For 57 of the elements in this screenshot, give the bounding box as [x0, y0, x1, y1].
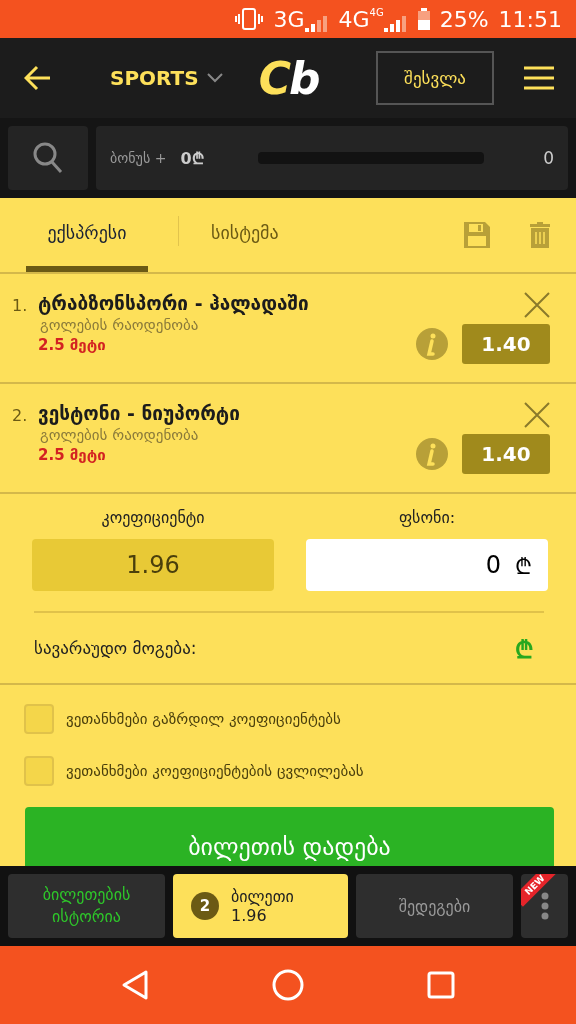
odds-label: კოეფიციენტი [101, 508, 205, 527]
back-arrow-icon[interactable] [24, 65, 52, 91]
match-name: ტრაბზონსპორი - ჰალადაში [38, 292, 309, 314]
bonus-count: 0 [543, 148, 554, 168]
network-label: 3G [273, 6, 305, 32]
stake-label: ფსონი: [398, 508, 456, 527]
bet-pick: 2.5 მეტი [38, 446, 107, 464]
bet-number: 1. [12, 295, 29, 317]
info-icon[interactable] [416, 438, 448, 470]
potential-win-label: სავარაუდო მოგება: [34, 638, 197, 658]
network-label: 4G [338, 6, 370, 32]
bet-number: 2. [12, 405, 29, 427]
signal-icon [383, 15, 408, 32]
market-name: გოლების რაოდენობა [40, 426, 200, 444]
login-button[interactable]: შესვლა [376, 51, 494, 105]
clock: 11:51 [498, 6, 562, 32]
count-badge: 2 [191, 892, 219, 920]
bet-pick: 2.5 მეტი [38, 336, 107, 354]
search-icon [33, 142, 63, 174]
signal-icon [304, 15, 329, 32]
market-name: გოლების რაოდენობა [40, 316, 200, 334]
trash-icon[interactable] [530, 222, 550, 248]
stake-field[interactable]: 0 ₾ [306, 539, 548, 591]
sports-dropdown[interactable]: SPORTS [110, 66, 223, 90]
back-icon[interactable] [121, 969, 150, 1001]
results-button[interactable]: შედეგები [356, 874, 513, 938]
battery-icon [417, 8, 430, 30]
total-odds: 1.96 [32, 539, 274, 591]
checkbox[interactable] [24, 704, 54, 734]
currency-sign: ₾ [515, 634, 534, 665]
odds-button[interactable]: 1.40 [462, 324, 550, 364]
ticket-button[interactable]: 2 ბილეთი 1.96 [173, 874, 348, 938]
odds-button[interactable]: 1.40 [462, 434, 550, 474]
network-type-label: 4G [369, 6, 384, 18]
save-icon[interactable] [464, 222, 490, 248]
close-icon[interactable] [524, 292, 550, 318]
logo: Cb [258, 52, 319, 104]
bonus-label: ბონუს + [110, 150, 167, 166]
tab[interactable]: სისტემა [209, 198, 281, 272]
menu-icon[interactable] [524, 66, 554, 90]
battery-percent: 25% [439, 6, 489, 32]
close-icon[interactable] [524, 402, 550, 428]
bonus-amount: 0₾ [180, 148, 204, 169]
search-button[interactable] [8, 126, 88, 190]
match-name: ვესტონი - ნიუპორტი [38, 402, 240, 424]
info-icon[interactable] [416, 328, 448, 360]
home-icon[interactable] [272, 969, 304, 1001]
history-button[interactable]: ბილეთების ისტორია [8, 874, 165, 938]
checkbox-label: ვეთანხმები კოეფიციენტების ცვლილებას [66, 762, 364, 780]
vibrate-icon [235, 8, 264, 30]
recents-icon[interactable] [426, 971, 455, 999]
checkbox[interactable] [24, 756, 54, 786]
ticket-label: ბილეთი [231, 887, 294, 906]
checkbox-label: ვეთანხმები გაზრდილ კოეფიციენტებს [66, 710, 341, 728]
chevron-down-icon [206, 73, 223, 83]
tab[interactable]: ექსპრესი [26, 198, 148, 272]
ticket-odds: 1.96 [231, 906, 267, 925]
